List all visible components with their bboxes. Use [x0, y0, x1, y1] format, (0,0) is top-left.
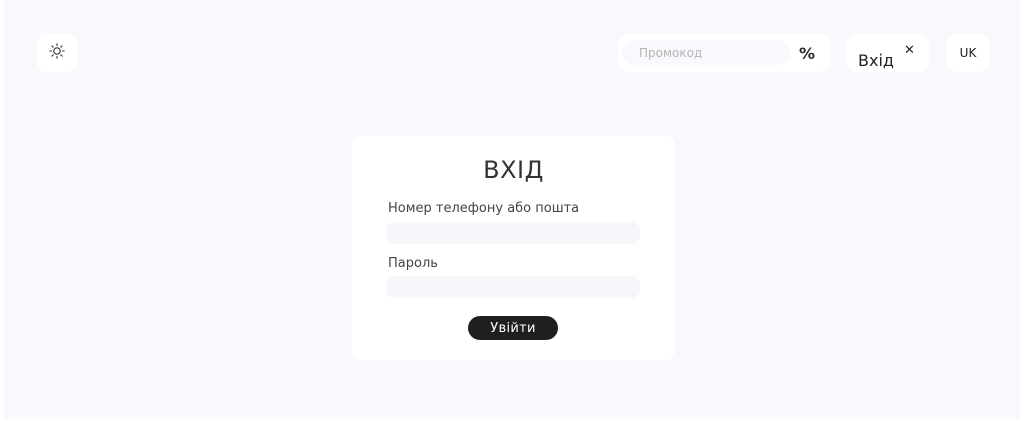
password-input[interactable] [386, 276, 640, 298]
close-icon[interactable]: ✕ [904, 43, 915, 59]
sun-icon [49, 43, 65, 63]
login-tab[interactable]: Вхід ✕ [846, 34, 929, 72]
login-form-card: ВХІД Номер телефону або пошта Пароль Уві… [352, 136, 675, 360]
login-field-label: Номер телефону або пошта [388, 201, 580, 216]
language-label: UK [959, 46, 977, 60]
page-background: % Вхід ✕ UK ВХІД Номер телефону або пошт… [4, 0, 1020, 419]
language-switcher[interactable]: UK [947, 34, 989, 72]
phone-or-email-input[interactable] [386, 222, 640, 244]
percent-icon[interactable]: % [796, 42, 818, 64]
password-field-label: Пароль [388, 256, 438, 271]
login-submit-button[interactable]: Увійти [468, 316, 558, 340]
login-tab-label: Вхід [858, 51, 894, 70]
promo-code-box: % [618, 34, 831, 72]
promo-code-input[interactable] [622, 40, 790, 65]
login-form-title: ВХІД [483, 156, 544, 184]
theme-toggle-button[interactable] [37, 34, 77, 72]
